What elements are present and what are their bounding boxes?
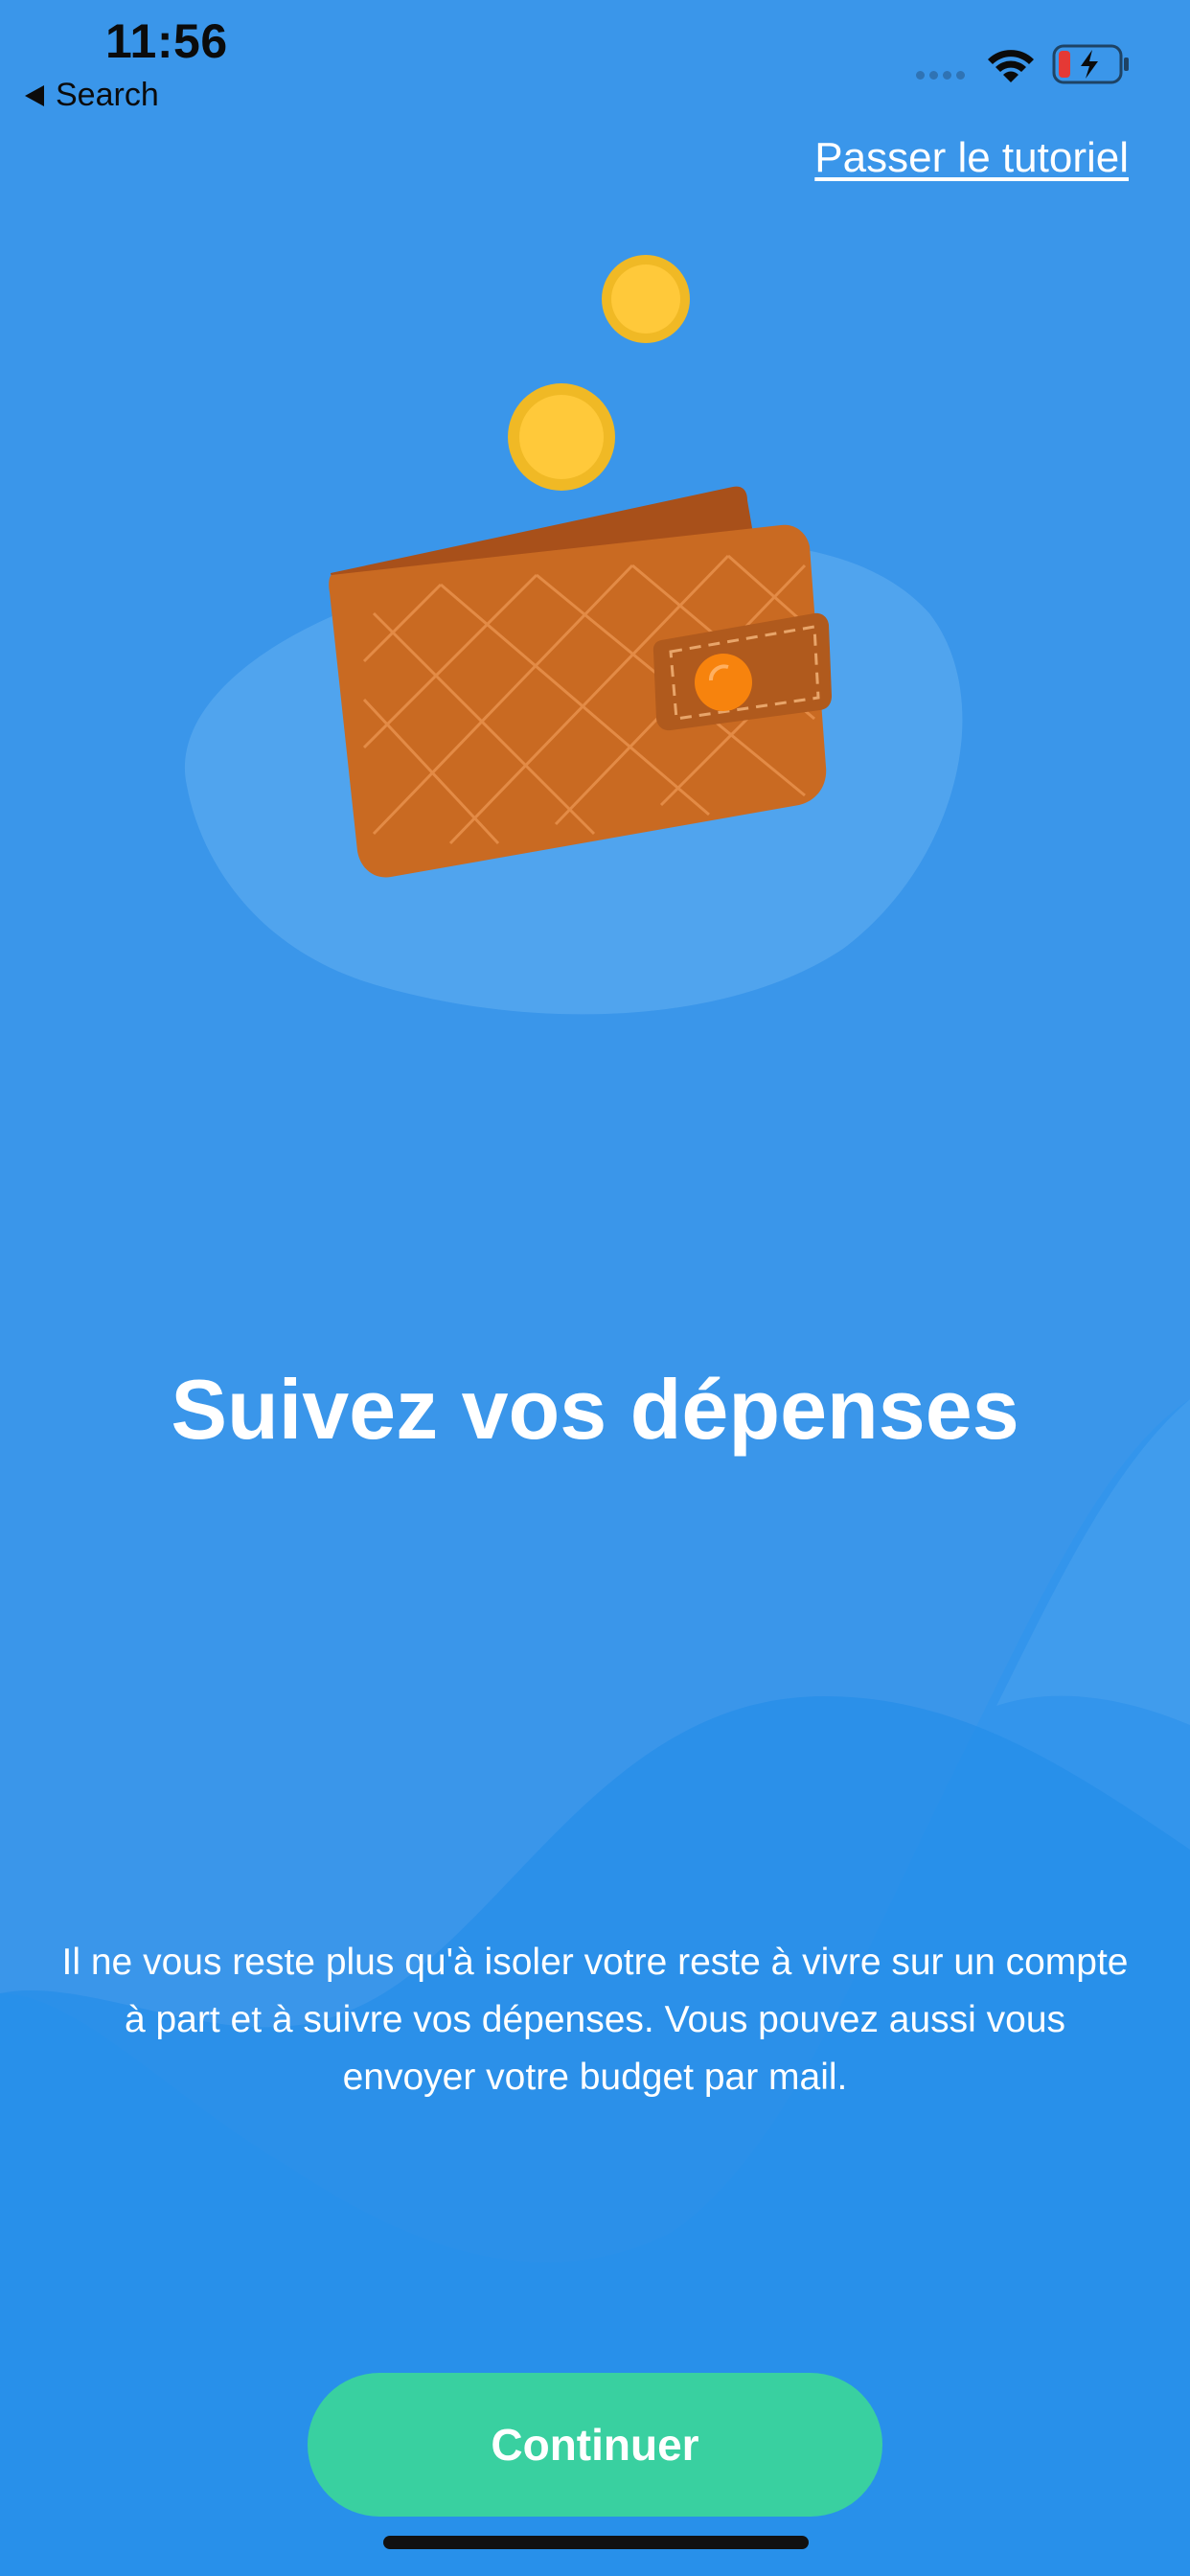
status-time: 11:56 xyxy=(105,14,228,68)
skip-tutorial-link[interactable]: Passer le tutoriel xyxy=(814,134,1129,182)
wallet-with-coins-icon xyxy=(184,255,963,1015)
description-text: Il ne vous reste plus qu'à isoler votre … xyxy=(61,1942,1129,2098)
home-indicator xyxy=(383,2536,809,2549)
coin-icon xyxy=(508,383,615,491)
battery-charging-icon xyxy=(1052,44,1129,84)
back-label: Search xyxy=(56,77,159,113)
signal-dots-icon xyxy=(916,71,965,80)
coin-icon xyxy=(602,255,690,343)
back-arrow-icon xyxy=(25,84,44,106)
page-title: Suivez vos dépenses xyxy=(171,1362,1019,1457)
back-to-search-button[interactable]: Search xyxy=(25,77,159,114)
continue-button[interactable]: Continuer xyxy=(308,2373,882,2517)
wifi-icon xyxy=(988,50,1034,82)
